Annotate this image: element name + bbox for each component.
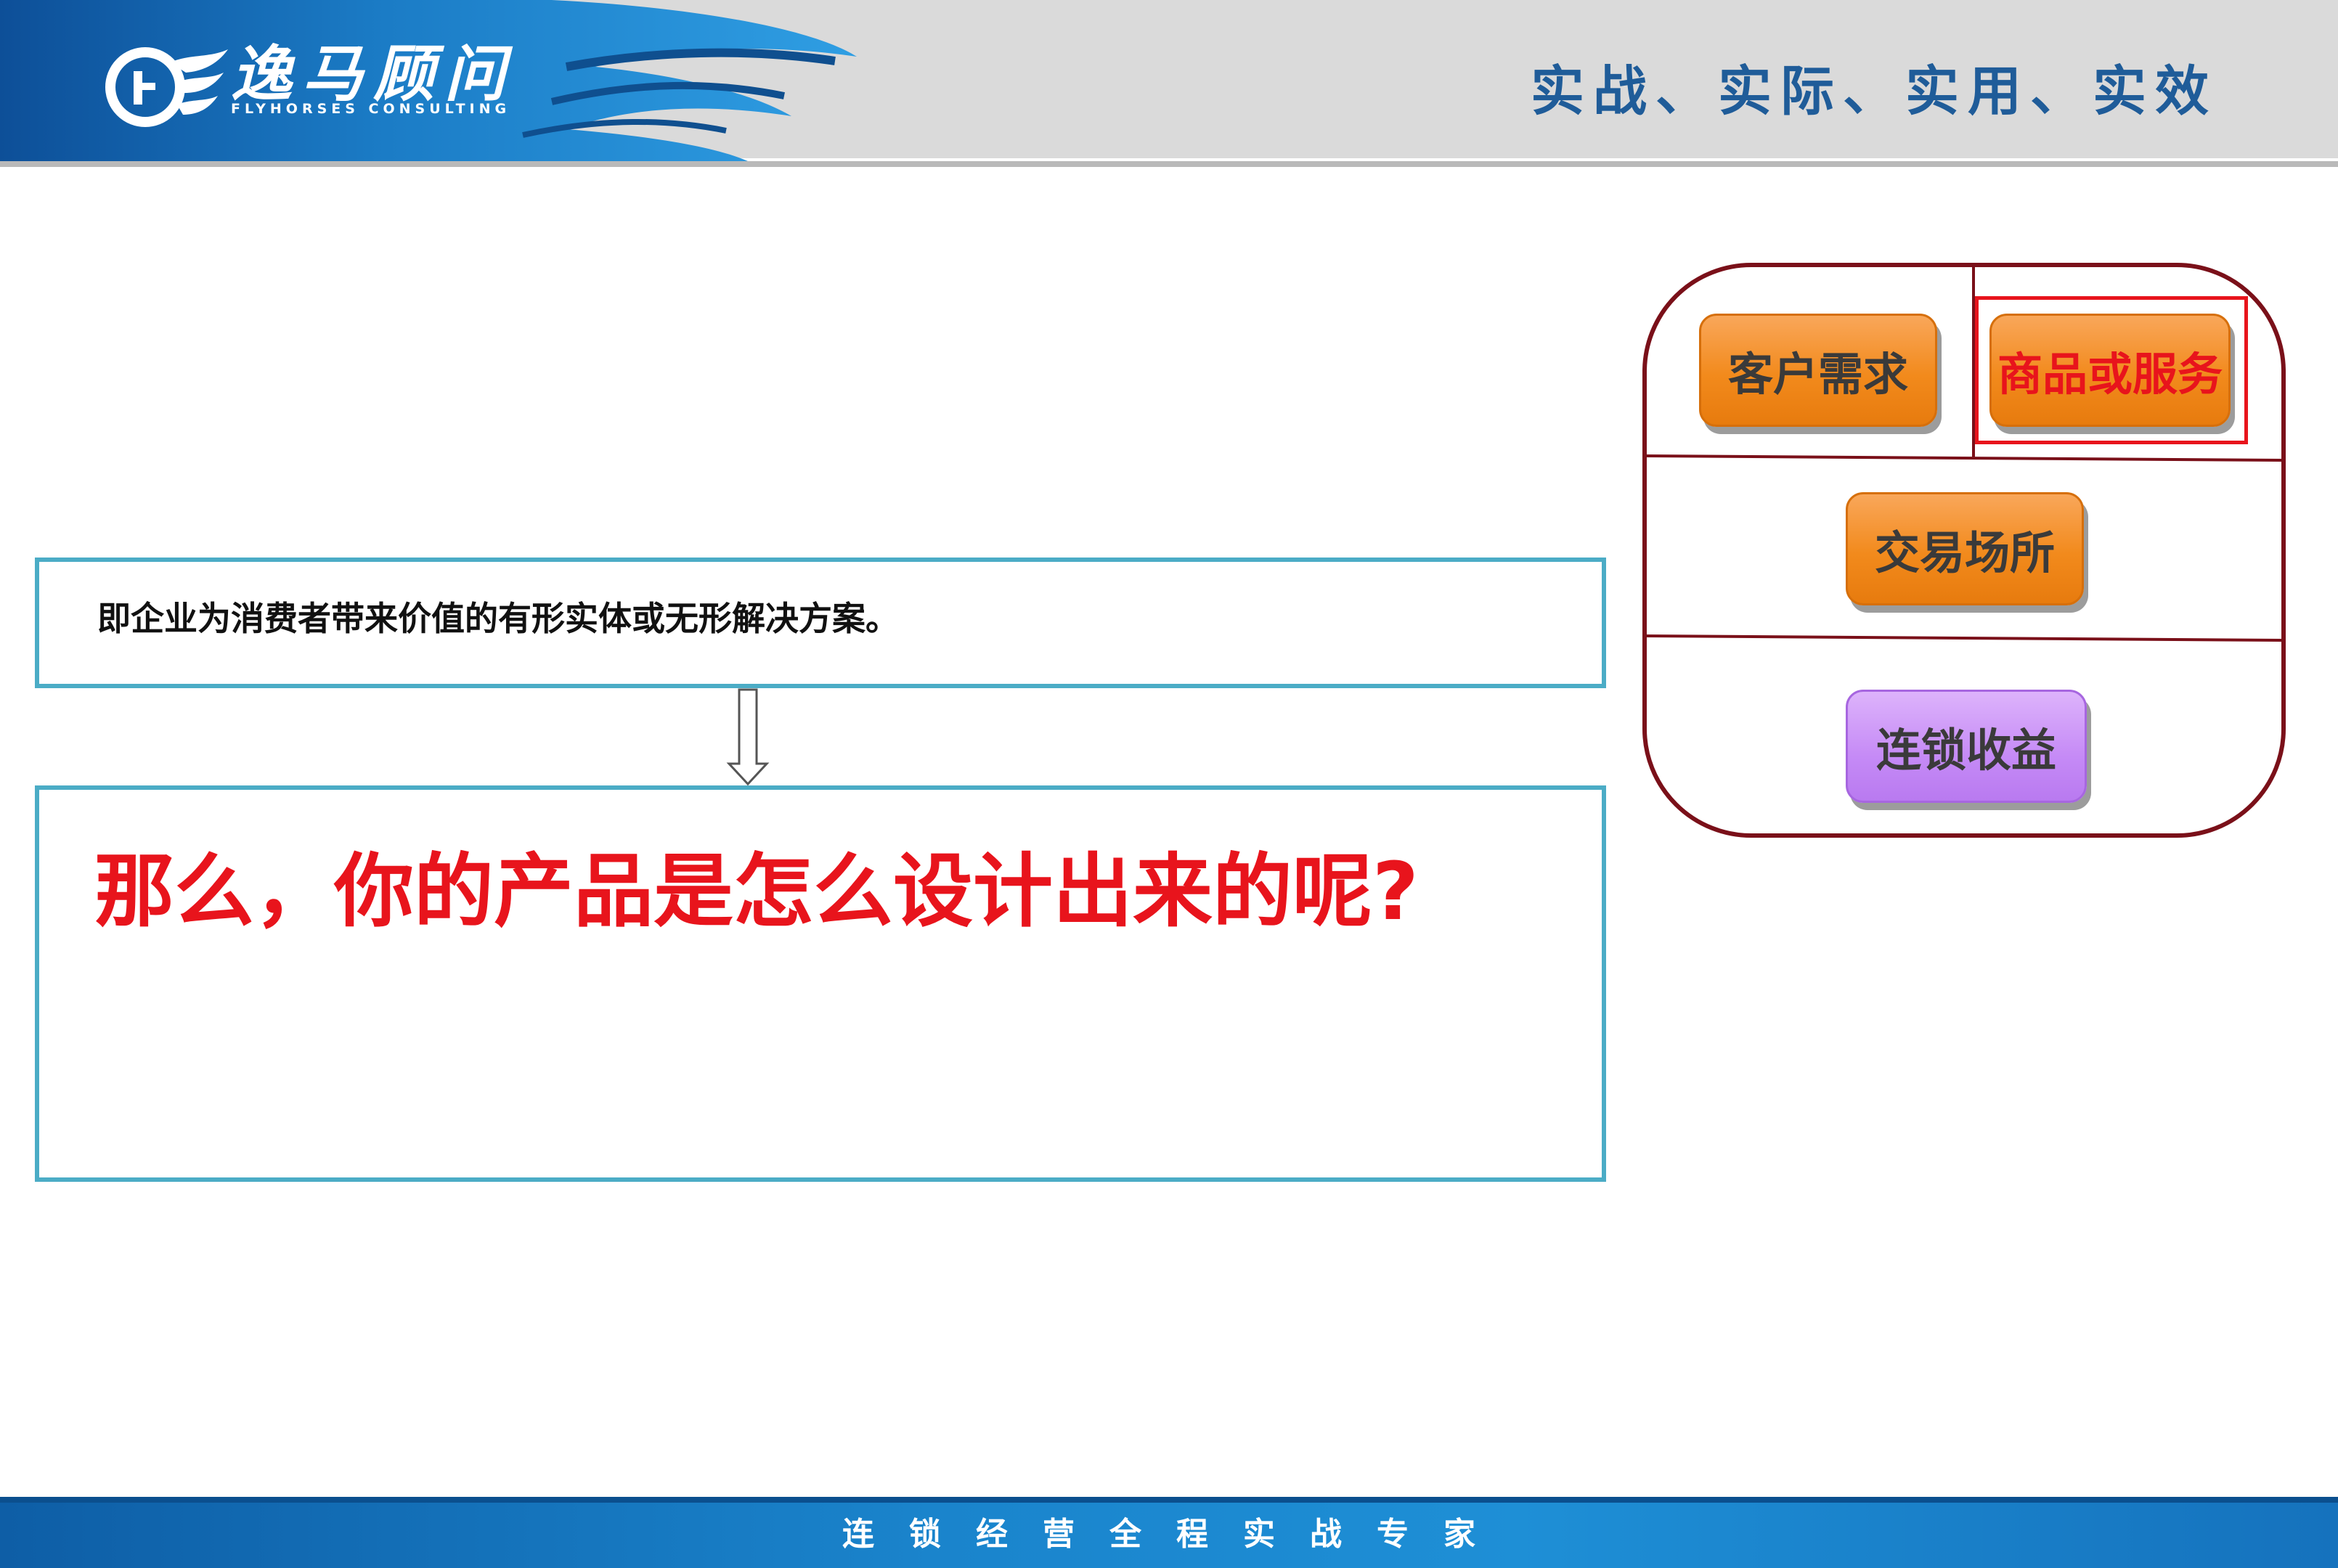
model-item-trading-venue: 交易场所 [1846,492,2084,605]
question-text: 那么，你的产品是怎么设计出来的呢? [94,845,1419,938]
footer-slogan: 连锁经营全程实战专家 [842,1516,1510,1553]
footer-divider [0,1497,2338,1503]
brand-subtitle: FLYHORSES CONSULTING [231,101,511,117]
logo-icon [105,47,228,127]
header-slogan: 实战、实际、实用、实效 [1531,60,2217,123]
definition-box: 即企业为消费者带来价值的有形实体或无形解决方案。 [35,558,1606,688]
brand-name: 逸马顾问 [231,38,516,110]
question-box: 那么，你的产品是怎么设计出来的呢? [35,785,1606,1182]
header-divider [0,161,2338,167]
down-arrow-icon [726,688,770,786]
model-item-customer-demand: 客户需求 [1699,314,1937,427]
model-item-chain-revenue: 连锁收益 [1846,690,2087,803]
highlight-frame [1975,296,2248,444]
definition-text: 即企业为消费者带来价值的有形实体或无形解决方案。 [97,599,899,638]
